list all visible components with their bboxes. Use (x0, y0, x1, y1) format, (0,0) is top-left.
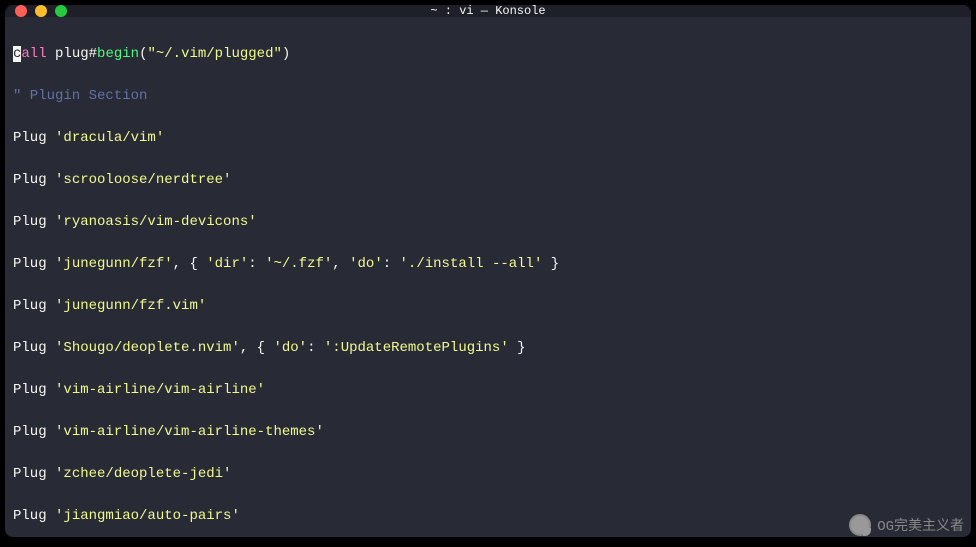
minimize-icon[interactable] (35, 5, 47, 17)
window-controls (15, 5, 67, 17)
wechat-icon (849, 514, 871, 536)
titlebar: ~ : vi — Konsole (5, 5, 971, 17)
terminal-window: ~ : vi — Konsole call plug#begin("~/.vim… (5, 5, 971, 537)
close-icon[interactable] (15, 5, 27, 17)
watermark: OG完美主义者 (849, 514, 964, 536)
editor-content[interactable]: call plug#begin("~/.vim/plugged") " Plug… (5, 17, 971, 537)
maximize-icon[interactable] (55, 5, 67, 17)
window-title: ~ : vi — Konsole (430, 5, 545, 18)
watermark-text: OG完美主义者 (877, 515, 964, 535)
